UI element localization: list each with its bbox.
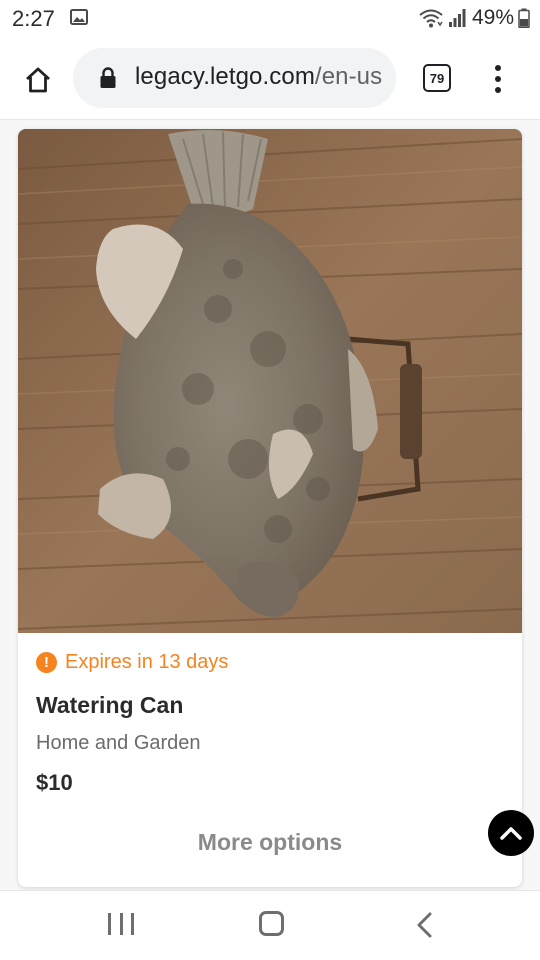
overflow-menu-dot — [495, 76, 501, 82]
battery-percent: 49% — [471, 6, 514, 29]
battery-icon — [518, 8, 530, 28]
wifi-icon — [419, 9, 443, 28]
overflow-menu-dot — [495, 87, 501, 93]
listing-photo[interactable] — [18, 129, 522, 633]
lock-icon — [100, 67, 116, 88]
url-domain: legacy.letgo.com — [135, 63, 315, 90]
listing-category: Home and Garden — [36, 732, 201, 754]
listing-card: ! Expires in 13 days Watering Can Home a… — [18, 129, 522, 887]
recent-apps-bar — [131, 913, 134, 935]
recent-apps-icon — [108, 913, 111, 935]
listing-title: Watering Can — [36, 692, 184, 718]
url-text: legacy.letgo.com/en-us — [135, 63, 382, 91]
status-indicators: 49% — [418, 5, 530, 31]
tabs-button[interactable]: 79 — [423, 64, 451, 92]
chevron-up-icon — [500, 827, 522, 840]
url-path: /en-us — [314, 63, 383, 90]
signal-icon — [448, 9, 466, 27]
url-bar[interactable]: legacy.letgo.com/en-us — [73, 48, 396, 108]
status-time: 2:27 — [12, 6, 55, 31]
more-options-button[interactable]: More options — [18, 829, 522, 856]
tab-count: 79 — [429, 70, 445, 86]
back-icon[interactable] — [414, 911, 436, 939]
home-nav-button[interactable] — [259, 911, 284, 936]
expiry-text: Expires in 13 days — [65, 651, 229, 673]
browser-toolbar: legacy.letgo.com/en-us 79 — [0, 38, 540, 120]
status-bar: 2:27 49% — [0, 0, 540, 38]
listing-price: $10 — [36, 770, 73, 795]
overflow-menu-button[interactable] — [488, 62, 508, 96]
expiry-notice: ! Expires in 13 days — [36, 651, 228, 674]
warning-icon: ! — [36, 652, 57, 673]
home-button[interactable] — [18, 60, 58, 100]
system-nav-bar — [0, 890, 540, 960]
image-notification-icon — [70, 9, 88, 25]
home-icon — [26, 67, 50, 93]
recent-apps-button[interactable] — [108, 913, 134, 937]
fish-carving-image — [18, 129, 522, 633]
recent-apps-bar — [119, 913, 123, 935]
scroll-to-top-button[interactable] — [488, 810, 534, 856]
overflow-menu-icon — [495, 65, 501, 71]
page-content: ! Expires in 13 days Watering Can Home a… — [0, 120, 540, 890]
